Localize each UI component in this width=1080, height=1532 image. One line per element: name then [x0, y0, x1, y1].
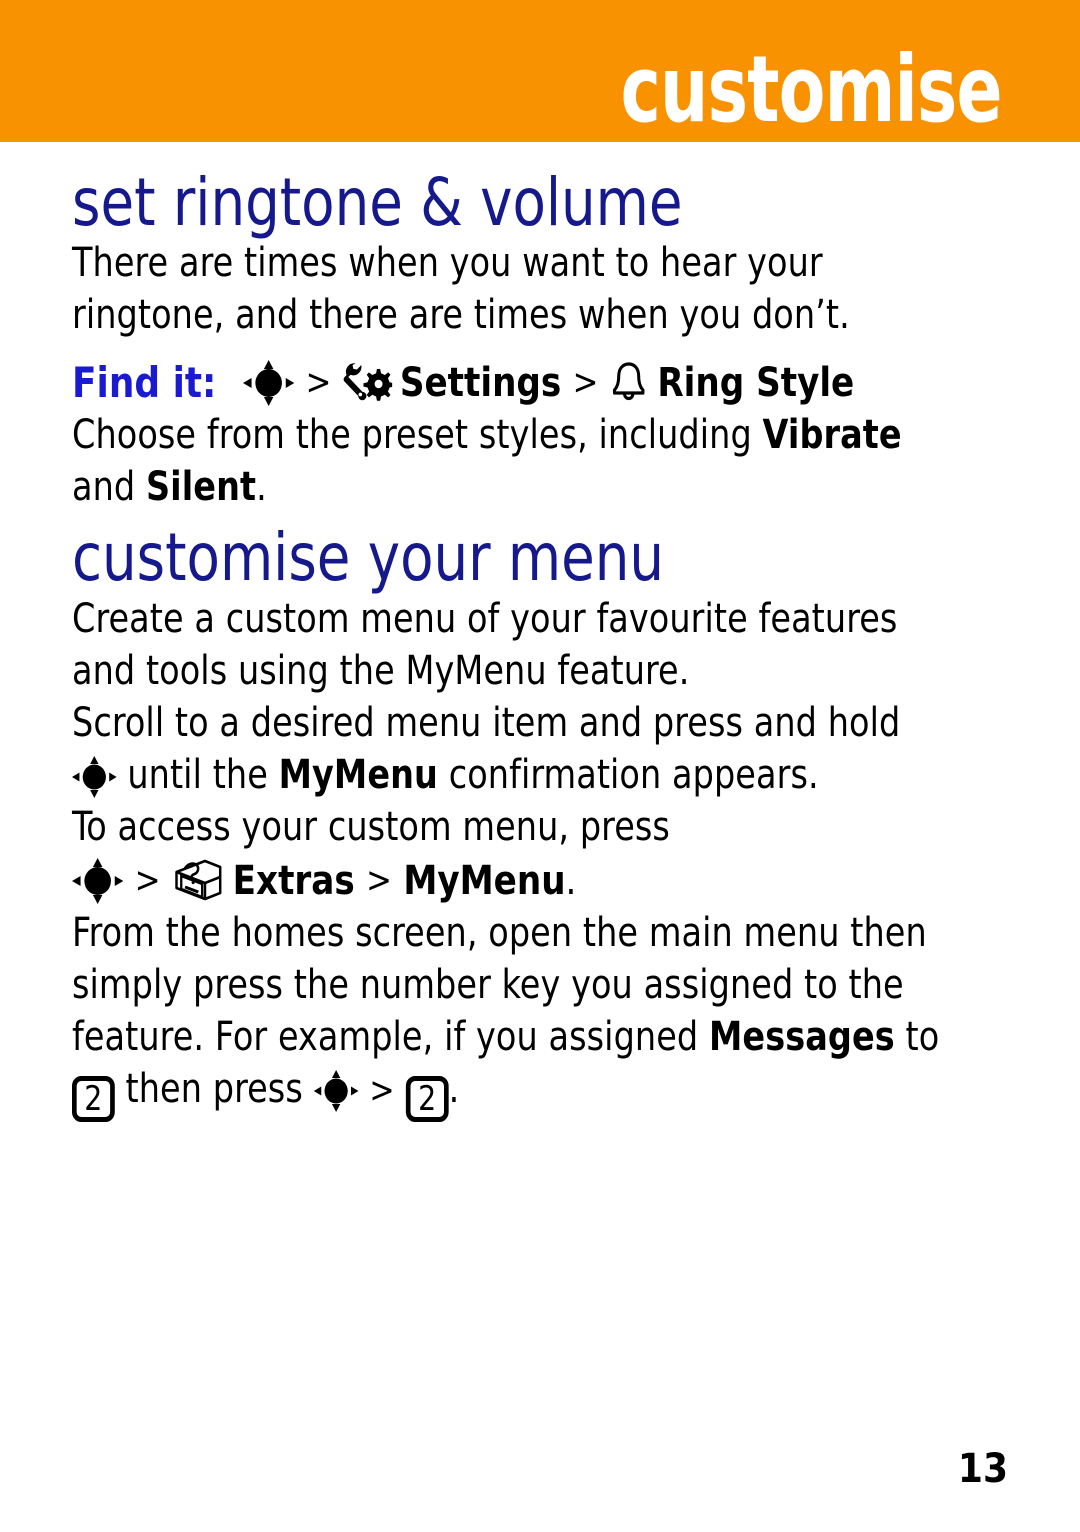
path-label-extras: Extras	[232, 857, 355, 904]
path-separator-4: >	[366, 859, 392, 901]
bell-icon	[610, 360, 648, 406]
page-number: 13	[957, 1446, 1008, 1492]
preset-styles-text: Choose from the preset styles, including	[72, 412, 763, 459]
paragraph-number-key-shortcut: From the homes screen, open the main men…	[72, 907, 950, 1122]
preset-style-vibrate: Vibrate	[762, 412, 902, 459]
nav-key-icon	[242, 360, 295, 407]
section-heading-set-ringtone-volume: set ringtone & volume	[72, 164, 683, 241]
scroll-hold-pre: Scroll to a desired menu item and press …	[72, 699, 901, 746]
paragraph-preset-styles: Choose from the preset styles, including…	[72, 409, 950, 513]
shortcut-post: then press	[114, 1065, 314, 1112]
preset-styles-period: .	[256, 464, 267, 511]
key-2-box-2: 2	[405, 1075, 449, 1122]
scroll-hold-mid: until the	[116, 751, 279, 798]
preset-style-silent: Silent	[145, 464, 257, 511]
settings-gear-wrench-icon	[343, 360, 393, 406]
path-separator: >	[305, 362, 332, 404]
shortcut-end: .	[448, 1065, 460, 1112]
page-body: set ringtone & volume There are times wh…	[0, 142, 1080, 1532]
path-separator-3: >	[134, 859, 161, 901]
paragraph-scroll-hold: Scroll to a desired menu item and press …	[72, 697, 950, 801]
shortcut-mid: to	[894, 1013, 940, 1060]
extras-box-icon	[172, 856, 223, 906]
messages-bold-label: Messages	[708, 1013, 895, 1060]
path-period: .	[565, 857, 577, 904]
chapter-title: customise	[620, 36, 1003, 143]
paragraph-create-custom-menu: Create a custom menu of your favourite f…	[72, 595, 898, 694]
path-label-mymenu: MyMenu	[403, 857, 566, 904]
key-2-box: 2	[72, 1075, 115, 1122]
path-label-settings: Settings	[399, 360, 562, 407]
mymenu-bold-label: MyMenu	[278, 751, 438, 798]
scroll-hold-end: confirmation appears.	[437, 751, 819, 798]
chapter-banner: customise	[0, 0, 1080, 142]
section-heading-customise-your-menu: customise your menu	[72, 519, 665, 597]
nav-key-icon	[72, 755, 117, 798]
shortcut-separator: >	[369, 1069, 395, 1111]
path-separator-2: >	[572, 362, 599, 404]
extras-mymenu-path: > Extras > MyMenu .	[72, 855, 969, 907]
paragraph-ringtone-intro: There are times when you want to hear yo…	[72, 240, 850, 339]
nav-key-icon	[72, 857, 124, 904]
find-it-label: Find it:	[72, 358, 217, 408]
paragraph-access-custom-menu: To access your custom menu, press	[72, 803, 670, 850]
nav-key-icon	[313, 1069, 359, 1112]
content-column: set ringtone & volume There are times wh…	[72, 156, 1016, 1122]
find-it-path: Find it: > Settings > Ring Style	[72, 357, 969, 409]
preset-styles-conjunction: and	[72, 464, 146, 511]
path-label-ring-style: Ring Style	[657, 360, 855, 407]
